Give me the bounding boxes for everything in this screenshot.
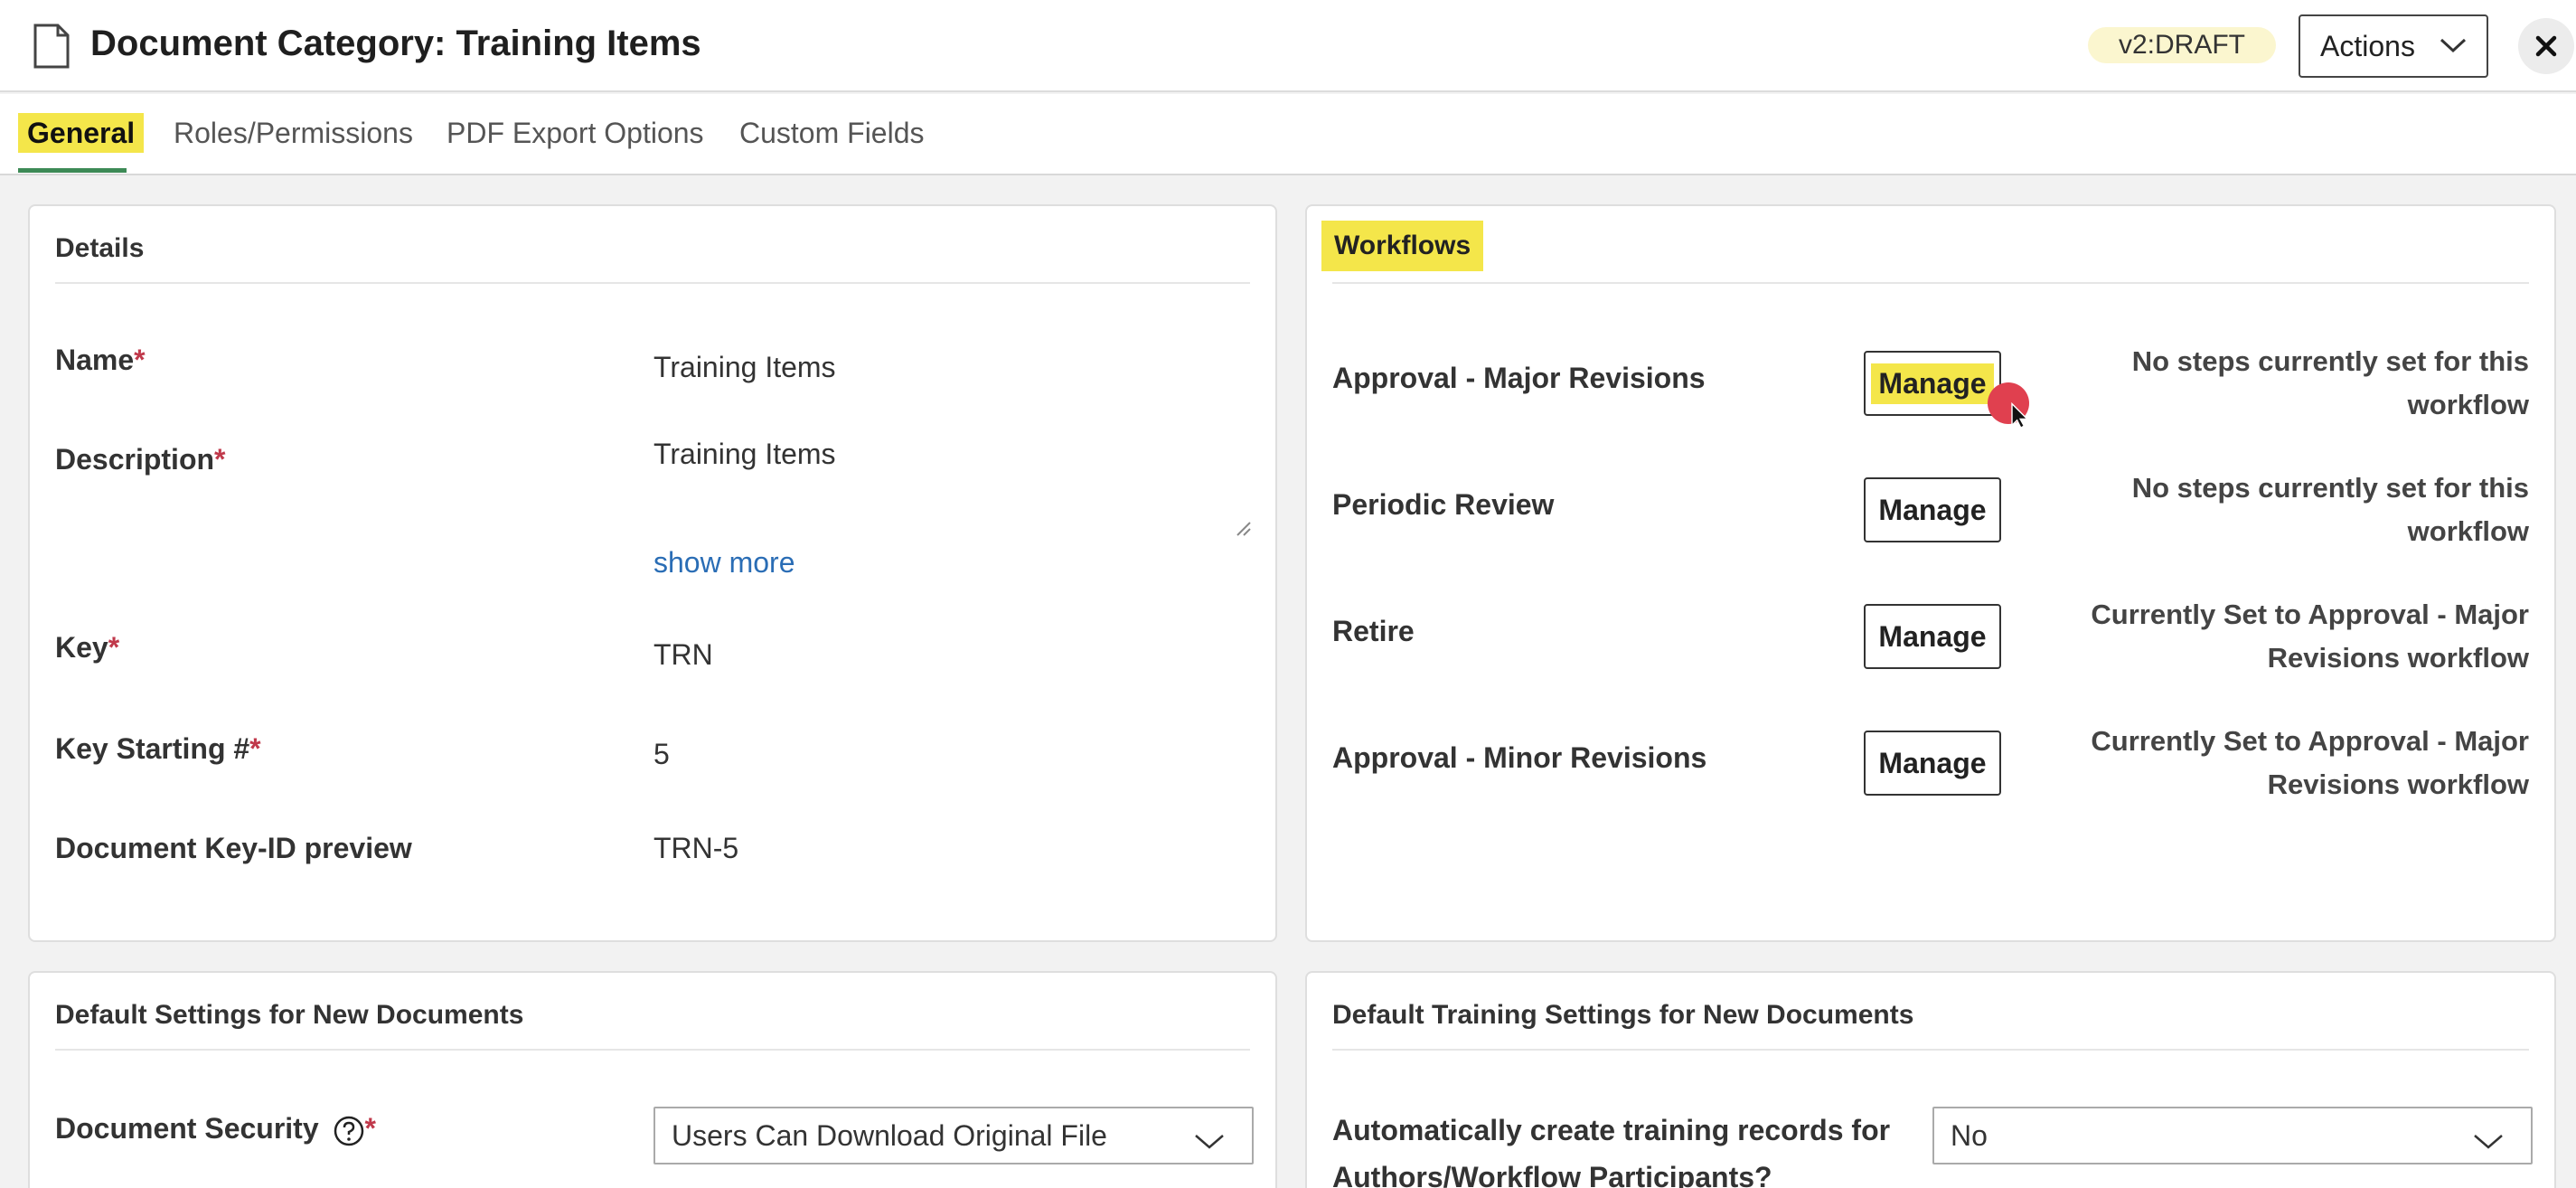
page-title: Document Category: Training Items — [90, 24, 701, 63]
manage-button-label: Manage — [1878, 746, 1987, 779]
document-security-value: Users Can Download Original File — [672, 1119, 1107, 1152]
divider — [55, 1049, 1250, 1051]
name-field[interactable]: Training Items — [653, 351, 836, 384]
workflow-name: Retire — [1332, 615, 1415, 647]
tab-general-label: General — [18, 113, 145, 153]
workflow-name: Approval - Major Revisions — [1332, 362, 1706, 394]
preview-label: Document Key-ID preview — [55, 832, 412, 864]
key-start-label: Key Starting #* — [55, 732, 261, 765]
description-field[interactable]: Training Items — [653, 438, 836, 471]
manage-button-label: Manage — [1878, 619, 1987, 653]
close-icon — [2535, 35, 2557, 57]
workflow-status: Currently Set to Approval - Major Revisi… — [2091, 725, 2529, 800]
chevron-down-icon — [1195, 1135, 1224, 1149]
auto-create-training-label: Automatically create training records fo… — [1332, 1114, 1891, 1188]
workflow-status: Currently Set to Approval - Major Revisi… — [2091, 599, 2529, 674]
workflow-status: No steps currently set for this workflow — [2131, 345, 2529, 420]
tab-general[interactable]: General — [18, 110, 145, 156]
tab-pdf-export-options[interactable]: PDF Export Options — [447, 110, 704, 156]
manage-approval-major-button[interactable]: Manage — [1864, 351, 2001, 416]
document-security-select[interactable]: Users Can Download Original File — [653, 1107, 1254, 1164]
page-header: Document Category: Training Items v2:DRA… — [0, 0, 2576, 92]
mouse-pointer-icon — [1988, 382, 2029, 429]
workflow-status: No steps currently set for this workflow — [2131, 472, 2529, 547]
tab-custom-fields[interactable]: Custom Fields — [739, 110, 925, 156]
default-settings-panel: Default Settings for New Documents Docum… — [28, 971, 1277, 1188]
training-settings-panel: Default Training Settings for New Docume… — [1305, 971, 2556, 1188]
training-settings-title: Default Training Settings for New Docume… — [1332, 1000, 1914, 1030]
details-title: Details — [55, 233, 145, 263]
divider — [55, 282, 1250, 284]
divider — [1332, 282, 2529, 284]
description-label: Description* — [55, 443, 226, 476]
manage-retire-button[interactable]: Manage — [1864, 604, 2001, 669]
auto-create-training-value: No — [1951, 1119, 1988, 1152]
document-security-label: Document Security * — [55, 1112, 376, 1147]
divider — [1332, 1049, 2529, 1051]
default-settings-title: Default Settings for New Documents — [55, 1000, 524, 1030]
actions-button[interactable]: Actions — [2299, 14, 2488, 78]
tab-bar: General Roles/Permissions PDF Export Opt… — [0, 94, 2576, 175]
show-more-link[interactable]: show more — [653, 546, 795, 580]
details-panel: Details Name* Training Items Description… — [28, 204, 1277, 942]
workflows-panel: Workflows Approval - Major Revisions Man… — [1305, 204, 2556, 942]
resize-handle-icon[interactable] — [1236, 521, 1252, 537]
chevron-down-icon — [2474, 1135, 2503, 1149]
key-field[interactable]: TRN — [653, 638, 713, 672]
close-button[interactable] — [2518, 18, 2574, 74]
manage-button-label: Manage — [1878, 493, 1987, 526]
tab-roles-permissions[interactable]: Roles/Permissions — [174, 110, 413, 156]
workflows-title: Workflows — [1321, 221, 1484, 271]
name-label: Name* — [55, 344, 146, 376]
key-start-field[interactable]: 5 — [653, 738, 670, 771]
manage-approval-minor-button[interactable]: Manage — [1864, 731, 2001, 796]
version-badge: v2:DRAFT — [2088, 27, 2277, 63]
help-circle-icon[interactable] — [333, 1115, 365, 1147]
auto-create-training-select[interactable]: No — [1932, 1107, 2533, 1164]
workflow-name: Approval - Minor Revisions — [1332, 741, 1707, 774]
active-tab-underline — [18, 168, 127, 173]
chevron-down-icon — [2440, 38, 2467, 53]
actions-button-label: Actions — [2320, 29, 2415, 62]
workflow-name: Periodic Review — [1332, 488, 1555, 521]
preview-value: TRN-5 — [653, 832, 739, 864]
manage-periodic-review-button[interactable]: Manage — [1864, 477, 2001, 542]
document-icon — [33, 24, 70, 69]
key-label: Key* — [55, 631, 120, 664]
manage-button-label: Manage — [1871, 363, 1994, 404]
